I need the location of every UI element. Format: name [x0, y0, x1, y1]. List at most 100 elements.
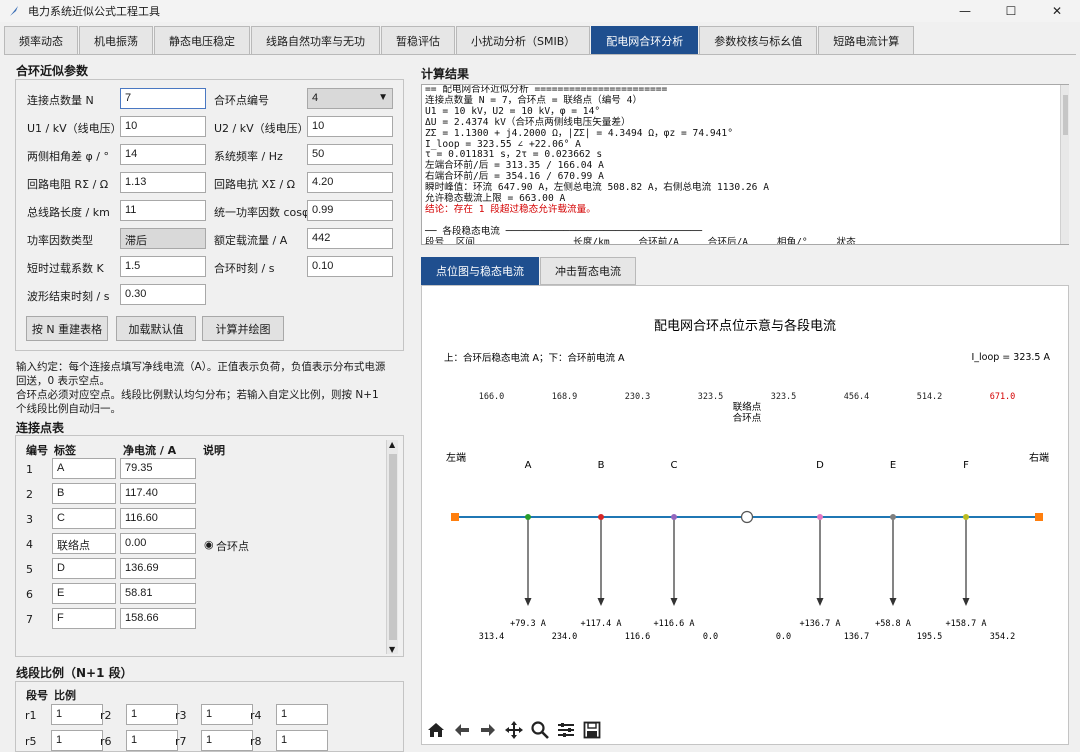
- param-input-5[interactable]: 14: [120, 144, 206, 165]
- node-current-input[interactable]: 79.35: [120, 458, 196, 479]
- scroll-up-icon[interactable]: ▲: [389, 440, 395, 449]
- load-current-label: +136.7 A: [800, 619, 841, 629]
- param-input-9[interactable]: 11: [120, 200, 206, 221]
- compute-plot-button[interactable]: 计算并绘图: [202, 316, 284, 341]
- rebuild-table-button[interactable]: 按 N 重建表格: [26, 316, 108, 341]
- configure-icon[interactable]: [556, 719, 576, 741]
- node-label-A: A: [525, 460, 532, 471]
- tab-2[interactable]: 机电振荡: [79, 26, 153, 54]
- close-button[interactable]: ✕: [1034, 0, 1080, 22]
- node-label-C: C: [671, 460, 678, 471]
- node-current-input[interactable]: 116.60: [120, 508, 196, 529]
- before-current-label: 195.5: [917, 632, 943, 642]
- param-label-2: 合环点编号: [214, 94, 269, 107]
- node-current-input[interactable]: 158.66: [120, 608, 196, 629]
- node-label-E: E: [890, 460, 896, 471]
- param-input-10[interactable]: 0.99: [307, 200, 393, 221]
- forward-icon[interactable]: [478, 719, 498, 741]
- param-input-12[interactable]: 442: [307, 228, 393, 249]
- param-input-13[interactable]: 1.5: [120, 256, 206, 277]
- back-icon[interactable]: [452, 719, 472, 741]
- nodes-table: 编号 标签 净电流 / A 说明 1 A 79.35 2 B 117.40 3 C 116.60 4 联络点…: [15, 435, 404, 657]
- seg-label: r8: [250, 735, 262, 748]
- seg-ratio-input[interactable]: 1: [276, 730, 328, 751]
- tab-7[interactable]: 配电网合环分析: [591, 26, 699, 54]
- node-label-input[interactable]: E: [52, 583, 116, 604]
- before-current-label: 313.4: [479, 632, 505, 642]
- tie-label-2: 合环点: [733, 412, 762, 424]
- node-current-input[interactable]: 117.40: [120, 483, 196, 504]
- save-icon[interactable]: [582, 719, 602, 741]
- before-current-label: 234.0: [552, 632, 578, 642]
- plot-tab-2[interactable]: 冲击暂态电流: [540, 257, 636, 285]
- node-current-input[interactable]: 58.81: [120, 583, 196, 604]
- param-label-12: 额定载流量 / A: [214, 234, 288, 247]
- node-current-input[interactable]: 0.00: [120, 533, 196, 554]
- seg-ratio-input[interactable]: 1: [51, 704, 103, 725]
- results-text[interactable]: == 配电网合环近似分析 ======================= 连接点…: [421, 84, 1069, 245]
- load-defaults-button[interactable]: 加载默认值: [116, 316, 196, 341]
- zoom-icon[interactable]: [530, 719, 550, 741]
- right-end-label: 右端: [1029, 451, 1049, 464]
- row-number: 5: [26, 563, 33, 576]
- scroll-down-icon[interactable]: ▼: [389, 645, 395, 654]
- node-label-input[interactable]: F: [52, 608, 116, 629]
- node-current-input[interactable]: 136.69: [120, 558, 196, 579]
- result-line-8: 左端合环前/后 = 313.35 / 166.04 A: [425, 160, 604, 172]
- node-marker-C: [671, 514, 677, 520]
- node-label-input[interactable]: 联络点: [52, 533, 116, 554]
- param-combo-2[interactable]: 4 ▼: [307, 88, 393, 109]
- node-label-input[interactable]: B: [52, 483, 116, 504]
- param-input-6[interactable]: 50: [307, 144, 393, 165]
- main-tab-bar: 频率动态 机电振荡 静态电压稳定 线路自然功率与无功 暂稳评估 小扰动分析（SMIB） 配电…: [4, 26, 915, 54]
- param-combo-11[interactable]: 滞后: [120, 228, 206, 249]
- load-current-label: +158.7 A: [946, 619, 987, 629]
- tab-4[interactable]: 线路自然功率与无功: [251, 26, 380, 54]
- param-input-8[interactable]: 4.20: [307, 172, 393, 193]
- seg-ratio-input[interactable]: 1: [126, 730, 178, 751]
- table-scrollbar[interactable]: ▲ ▼: [386, 440, 398, 654]
- seg-ratio-input[interactable]: 1: [201, 704, 253, 725]
- param-input-15[interactable]: 0.30: [120, 284, 206, 305]
- tab-9[interactable]: 短路电流计算: [818, 26, 915, 54]
- pan-icon[interactable]: [504, 719, 524, 741]
- node-label-D: D: [816, 460, 824, 471]
- maximize-button[interactable]: ☐: [988, 0, 1034, 22]
- node-label-F: F: [963, 460, 969, 471]
- seg-label: r7: [175, 735, 187, 748]
- node-label-input[interactable]: C: [52, 508, 116, 529]
- param-label-11: 功率因数类型: [27, 234, 93, 247]
- seg-ratio-input[interactable]: 1: [126, 704, 178, 725]
- param-label-10: 统一功率因数 cosφ: [214, 206, 310, 219]
- node-label-input[interactable]: D: [52, 558, 116, 579]
- param-label-9: 总线路长度 / km: [27, 206, 110, 219]
- tab-1[interactable]: 频率动态: [4, 26, 78, 54]
- results-scrollbar[interactable]: [1060, 85, 1069, 244]
- before-current-label: 0.0: [703, 632, 718, 642]
- minimize-button[interactable]: —: [942, 0, 988, 22]
- seg-ratio-input[interactable]: 1: [201, 730, 253, 751]
- before-current-label: 116.6: [625, 632, 651, 642]
- param-input-4[interactable]: 10: [307, 116, 393, 137]
- param-input-7[interactable]: 1.13: [120, 172, 206, 193]
- plot-tab-bar: 点位图与稳态电流 冲击暂态电流: [421, 257, 637, 285]
- tab-6[interactable]: 小扰动分析（SMIB）: [456, 26, 591, 54]
- tab-8[interactable]: 参数校核与标幺值: [699, 26, 818, 54]
- seg-ratio-input[interactable]: 1: [51, 730, 103, 751]
- seg-label: r6: [100, 735, 112, 748]
- param-input-14[interactable]: 0.10: [307, 256, 393, 277]
- chart-subtitle: 上：合环后稳态电流 A；下：合环前电流 A: [444, 352, 625, 364]
- result-line-9: 右端合环前/后 = 354.16 / 670.99 A: [425, 171, 604, 183]
- plot-tab-1[interactable]: 点位图与稳态电流: [421, 257, 539, 285]
- table-scrollbar-thumb[interactable]: [389, 454, 397, 640]
- tab-3[interactable]: 静态电压稳定: [154, 26, 250, 54]
- left-end-marker: [451, 513, 459, 521]
- home-icon[interactable]: [426, 719, 446, 741]
- param-input-3[interactable]: 10: [120, 116, 206, 137]
- param-input-1[interactable]: 7: [120, 88, 206, 109]
- after-current-label: 323.5: [698, 392, 724, 402]
- table-header-3: 净电流 / A: [123, 444, 177, 457]
- seg-ratio-input[interactable]: 1: [276, 704, 328, 725]
- tab-5[interactable]: 暂稳评估: [381, 26, 455, 54]
- node-label-input[interactable]: A: [52, 458, 116, 479]
